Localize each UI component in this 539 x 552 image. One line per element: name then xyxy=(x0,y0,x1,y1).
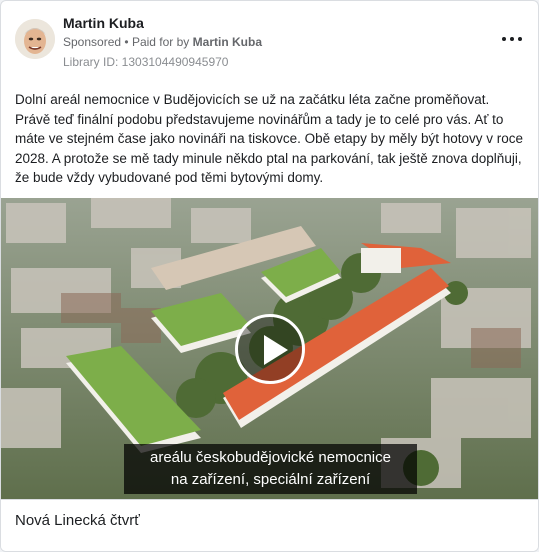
author-avatar[interactable] xyxy=(15,19,55,59)
footer-title: Nová Linecká čtvrť xyxy=(15,512,140,529)
library-id: Library ID: 1303104490945970 xyxy=(63,55,229,69)
sponsored-line: Sponsored • Paid for by Martin Kuba xyxy=(63,35,262,49)
meta-separator: • xyxy=(124,35,129,49)
post-header: Martin Kuba Sponsored • Paid for by Mart… xyxy=(15,13,524,73)
caption-line-1: areálu českobudějovické nemocnice xyxy=(150,449,391,466)
ad-card: Martin Kuba Sponsored • Paid for by Mart… xyxy=(0,0,539,552)
sponsored-label: Sponsored xyxy=(63,35,122,49)
avatar-portrait xyxy=(15,19,55,59)
play-icon[interactable] xyxy=(235,314,305,384)
paid-for-name: Martin Kuba xyxy=(192,35,262,49)
author-name[interactable]: Martin Kuba xyxy=(63,15,144,31)
link-footer[interactable]: Nová Linecká čtvrť xyxy=(1,499,538,551)
post-text: Dolní areál nemocnice v Budějovicích se … xyxy=(15,92,523,186)
more-options-icon[interactable] xyxy=(502,33,522,45)
paid-for-label: Paid for by xyxy=(131,35,190,49)
video-caption: areálu českobudějovické nemocnice na zař… xyxy=(124,444,417,494)
caption-line-2: na zařízení, speciální zařízení xyxy=(170,471,371,488)
